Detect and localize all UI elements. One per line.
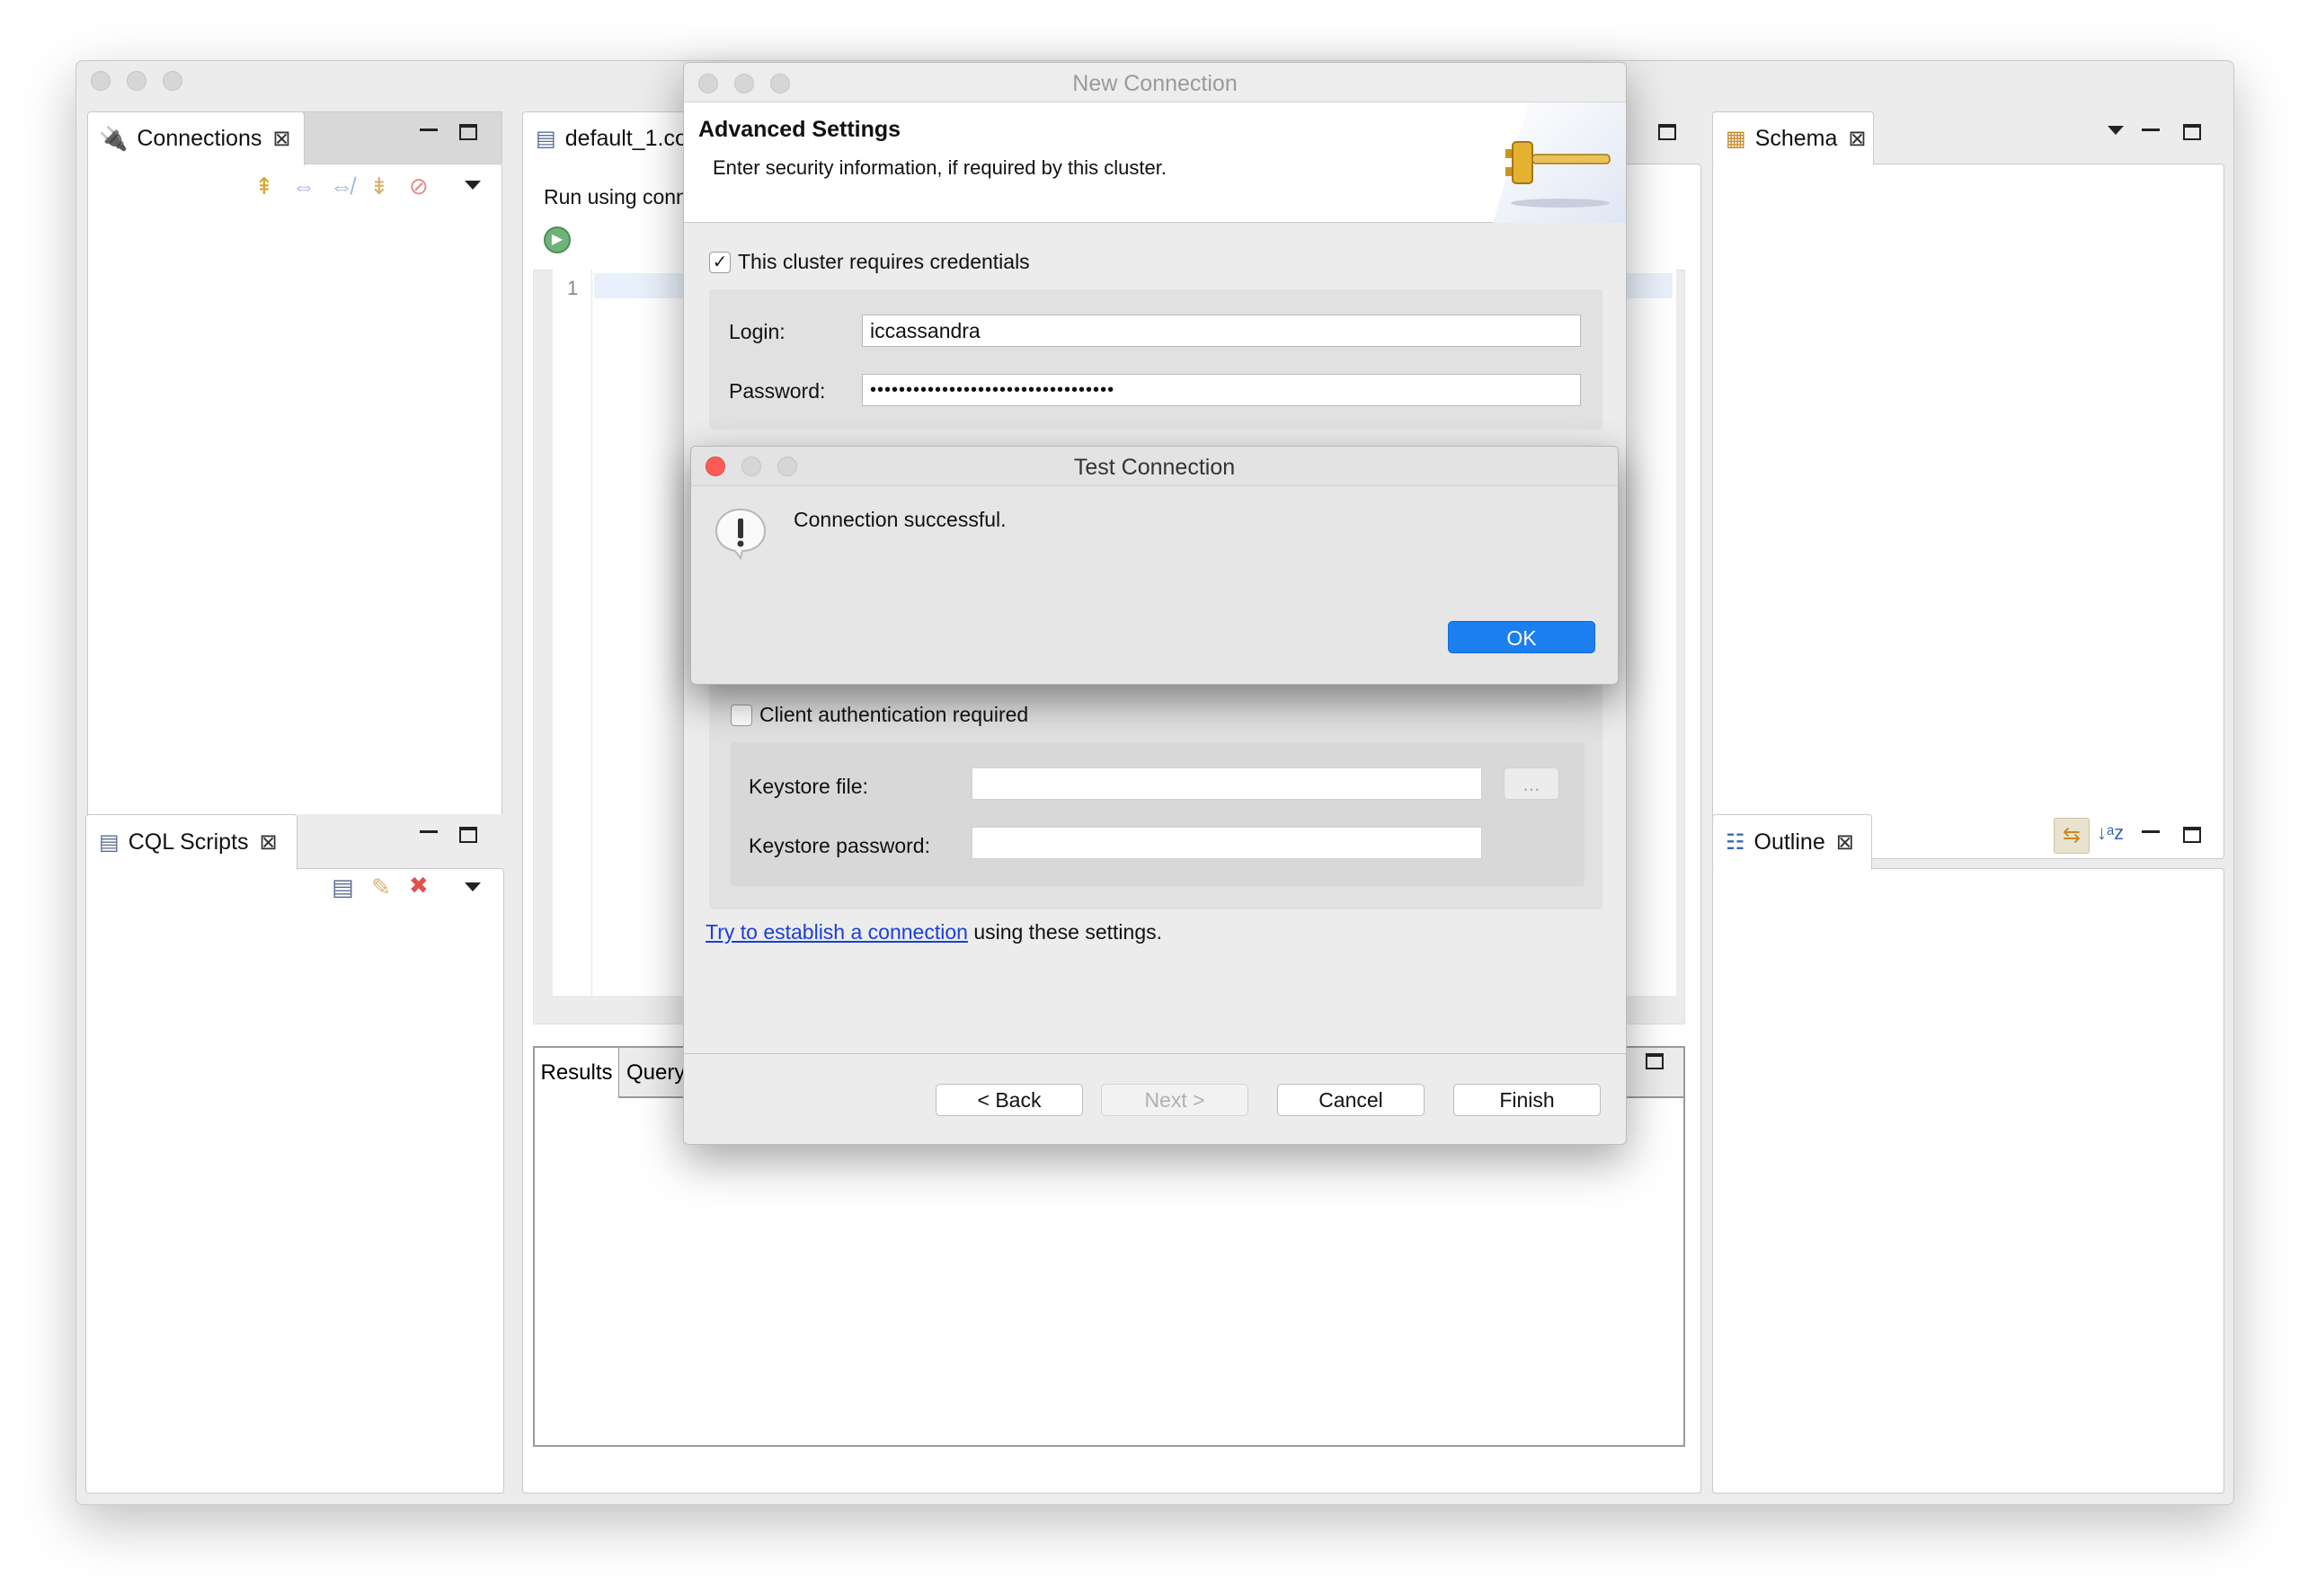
window-zoom-button[interactable] [163,71,182,91]
run-icon[interactable]: ▶ [544,226,571,253]
keystore-file-field[interactable] [972,767,1482,800]
password-field[interactable]: •••••••••••••••••••••••••••••••••• [862,374,1581,406]
delete-connection-icon[interactable]: ⊘ [409,173,429,200]
test-connection-suffix: using these settings. [973,920,1162,944]
client-auth-checkbox[interactable] [731,705,752,726]
credentials-checkbox-label: This cluster requires credentials [738,250,1030,273]
close-tab-icon[interactable]: ⊠ [272,126,290,152]
wizard-separator [684,1053,1626,1054]
close-tab-icon[interactable]: ⊠ [1848,126,1866,152]
wizard-header-title: Advanced Settings [698,117,901,142]
connections-icon: 🔌 [99,125,129,152]
new-connection-icon[interactable]: ⇞ [254,173,274,200]
link-with-editor-icon[interactable]: ⇆ [2054,818,2090,854]
disconnect-icon[interactable]: ⇎ [330,173,353,200]
tab-outline[interactable]: ☷ Outline ⊠ [1712,814,1872,870]
wizard-header-description: Enter security information, if required … [713,156,1167,179]
dialog-close-button[interactable] [698,74,718,93]
outline-icon: ☷ [1726,830,1745,855]
maximize-icon[interactable] [459,827,477,843]
minimize-icon[interactable] [2142,129,2160,131]
info-icon [715,508,767,561]
schema-panel [1712,164,2224,859]
new-connection-title: New Connection [684,63,1626,102]
dialog-minimize-button[interactable] [734,74,754,93]
maximize-icon[interactable] [2183,827,2201,843]
keystore-file-label: Keystore file: [749,775,868,798]
maximize-icon[interactable] [2183,124,2201,140]
keystore-password-label: Keystore password: [749,834,930,857]
maximize-icon[interactable] [459,124,477,140]
edit-script-icon[interactable]: ✎ [371,873,391,901]
outline-panel [1712,868,2224,1494]
connect-icon[interactable]: ⇔ [292,173,315,200]
tab-cql-scripts[interactable]: ▤ CQL Scripts ⊠ [85,814,297,870]
run-label: Run using conn [544,185,688,208]
test-connection-message: Connection successful. [794,508,1007,531]
cql-scripts-panel [85,868,504,1494]
test-connection-title: Test Connection [1073,455,1236,480]
view-menu-icon[interactable] [465,181,481,190]
keystore-group [731,742,1585,886]
wizard-header: Advanced Settings Enter security informa… [684,102,1626,223]
script-icon: ▤ [99,830,120,855]
plug-icon [1493,102,1626,223]
next-button[interactable]: Next > [1101,1084,1248,1116]
minimize-icon[interactable] [420,129,438,131]
line-number-gutter [553,270,592,996]
ok-button[interactable]: OK [1448,621,1595,653]
tab-editor[interactable]: ▤ default_1.co [522,111,702,165]
back-button[interactable]: < Back [936,1084,1083,1116]
test-connection-link[interactable]: Try to establish a connection [706,920,968,944]
window-minimize-button[interactable] [127,71,146,91]
minimize-icon[interactable] [2142,830,2160,833]
file-icon: ▤ [536,127,556,151]
client-auth-checkbox-label: Client authentication required [759,703,1029,726]
tab-results[interactable]: Results [535,1048,619,1098]
test-connection-dialog: Test Connection Connection successful. O… [690,446,1619,685]
edit-connection-icon[interactable]: ⇟ [369,173,389,200]
delete-script-icon[interactable]: ✖ [409,872,429,900]
sort-icon[interactable]: ↓ᵃz [2097,821,2124,845]
line-number: 1 [567,277,579,299]
credentials-group [709,289,1602,430]
close-tab-icon[interactable]: ⊠ [260,829,278,856]
maximize-icon[interactable] [1646,1053,1664,1069]
login-label: Login: [729,320,786,343]
login-field[interactable]: iccassandra [862,315,1581,347]
connections-panel [87,164,502,857]
test-connection-line: Try to establish a connection using thes… [706,920,1162,944]
table-icon: ▦ [1726,127,1746,151]
dialog-zoom-button[interactable] [770,74,790,93]
keystore-password-field[interactable] [972,827,1482,859]
browse-keystore-button[interactable]: ... [1504,767,1559,800]
view-menu-icon[interactable] [2108,126,2124,135]
minimize-icon[interactable] [420,830,438,833]
window-close-button[interactable] [91,71,111,91]
tab-connections[interactable]: 🔌 Connections ⊠ [87,111,305,165]
view-menu-icon[interactable] [465,882,481,891]
credentials-checkbox[interactable]: ✓ [709,252,731,273]
maximize-icon[interactable] [1658,124,1676,140]
tab-schema[interactable]: ▦ Schema ⊠ [1712,111,1874,165]
finish-button[interactable]: Finish [1453,1084,1601,1116]
new-script-icon[interactable]: ▤ [332,873,354,901]
cancel-button[interactable]: Cancel [1277,1084,1425,1116]
password-label: Password: [729,379,826,403]
close-tab-icon[interactable]: ⊠ [1836,829,1854,856]
